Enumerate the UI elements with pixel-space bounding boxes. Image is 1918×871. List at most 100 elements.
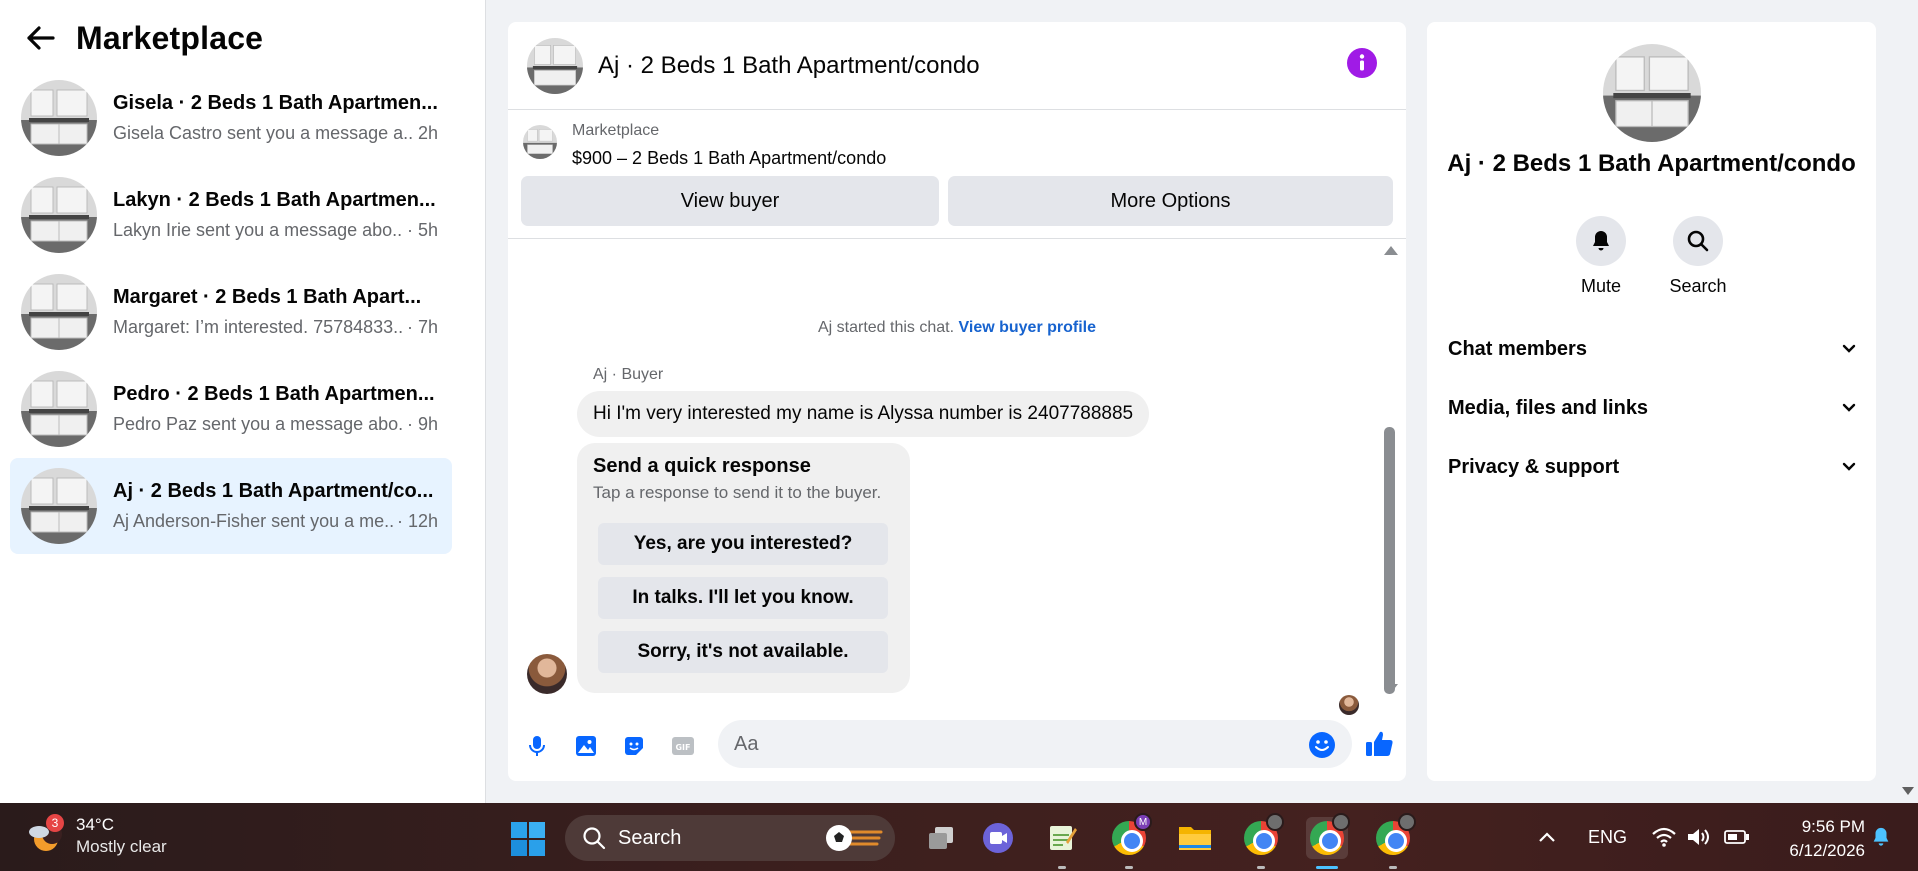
taskbar-chrome-icon[interactable] — [1372, 813, 1416, 869]
view-buyer-button[interactable]: View buyer — [521, 176, 939, 226]
chevron-down-icon — [1842, 462, 1856, 471]
sender-label: Aj · Buyer — [593, 366, 664, 383]
clock-date: 6/12/2026 — [1789, 841, 1865, 860]
sidebar-header: Marketplace — [0, 0, 485, 76]
sticker-icon[interactable] — [622, 734, 646, 758]
volume-icon[interactable] — [1686, 803, 1712, 871]
listing-thumbnail — [21, 80, 97, 156]
message-input[interactable] — [718, 720, 1352, 768]
language-indicator[interactable]: ENG — [1588, 803, 1627, 871]
chrome-profile-badge — [1332, 813, 1350, 831]
conversation-item[interactable]: Pedro · 2 Beds 1 Bath Apartmen... Pedro … — [10, 361, 452, 457]
conversation-item[interactable]: Lakyn · 2 Beds 1 Bath Apartmen... Lakyn … — [10, 167, 452, 263]
conversation-name: Lakyn · 2 Beds 1 Bath Apartmen... — [113, 189, 436, 211]
search-button[interactable]: Search — [1658, 216, 1738, 297]
taskbar-notepad-icon[interactable] — [1041, 817, 1083, 869]
quick-response-option[interactable]: In talks. I'll let you know. — [598, 577, 888, 619]
conversation-preview: Margaret: I’m interested. 75784833... — [113, 317, 403, 337]
taskbar-file-explorer-icon[interactable] — [1174, 817, 1216, 859]
quick-response-option[interactable]: Sorry, it's not available. — [598, 631, 888, 673]
listing-bar: Marketplace $900 – 2 Beds 1 Bath Apartme… — [508, 111, 1406, 239]
page-scroll-down-icon[interactable] — [1902, 787, 1914, 795]
sender-avatar — [527, 654, 567, 694]
view-buyer-profile-link[interactable]: View buyer profile — [958, 319, 1096, 336]
clock-time: 9:56 PM — [1801, 817, 1865, 836]
system-clock[interactable]: 9:56 PM 6/12/2026 — [1765, 815, 1865, 863]
listing-title[interactable]: $900 – 2 Beds 1 Bath Apartment/condo — [572, 148, 886, 169]
conversation-item[interactable]: Gisela · 2 Beds 1 Bath Apartmen... Gisel… — [10, 70, 452, 166]
taskbar-search[interactable]: Search — [565, 815, 895, 861]
chat-avatar[interactable] — [527, 37, 583, 94]
more-options-button[interactable]: More Options — [948, 176, 1393, 226]
taskbar-chrome-icon[interactable]: M — [1108, 813, 1152, 869]
language-label: ENG — [1588, 826, 1628, 847]
taskbar-task-view-icon[interactable] — [920, 817, 962, 859]
weather-description: Mostly clear — [76, 837, 167, 856]
scrollbar[interactable] — [1381, 240, 1398, 708]
message-bubble[interactable]: Hi I'm very interested my name is Alyssa… — [577, 391, 1150, 437]
battery-icon[interactable] — [1724, 803, 1750, 871]
quick-response-option[interactable]: Yes, are you interested? — [598, 523, 888, 565]
conversation-time: 2h — [417, 123, 438, 143]
conversation-item[interactable]: Margaret · 2 Beds 1 Bath Apart... Margar… — [10, 264, 452, 360]
section-media-files-links[interactable]: Media, files and links — [1448, 388, 1856, 428]
running-indicator — [1058, 866, 1066, 869]
taskbar-chrome-icon[interactable] — [1240, 813, 1284, 869]
chrome-profile-badge — [1398, 813, 1416, 831]
chevron-down-icon — [1842, 403, 1856, 412]
microphone-icon[interactable] — [525, 734, 549, 758]
chat-started-notice: Aj started this chat. View buyer profile — [508, 319, 1406, 337]
weather-temperature: 34°C — [76, 815, 114, 834]
taskbar-chrome-icon-active[interactable] — [1306, 813, 1350, 869]
weather-widget[interactable]: 3 34°C Mostly clear — [26, 814, 167, 858]
chrome-profile-badge: M — [1134, 813, 1152, 831]
taskbar-meet-icon[interactable] — [977, 817, 1019, 859]
details-avatar — [1603, 44, 1701, 142]
chat-panel: Aj · 2 Beds 1 Bath Apartment/condo Marke… — [508, 22, 1406, 781]
listing-thumbnail — [523, 125, 557, 159]
tray-overflow-chevron-up-icon[interactable] — [1537, 803, 1557, 871]
windows-start-icon[interactable] — [510, 821, 546, 857]
section-privacy-support[interactable]: Privacy & support — [1448, 447, 1856, 487]
conversation-preview: Lakyn Irie sent you a message abo... — [113, 220, 403, 240]
listing-thumbnail — [21, 371, 97, 447]
conversation-time: · 5h — [406, 220, 438, 240]
mute-label: Mute — [1580, 276, 1622, 296]
moon-cloud-icon: 3 — [26, 814, 64, 855]
chat-title[interactable]: Aj · 2 Beds 1 Bath Apartment/condo — [598, 52, 980, 80]
emoji-icon[interactable] — [1308, 731, 1336, 759]
chevron-down-icon — [1842, 344, 1856, 353]
running-indicator — [1125, 866, 1133, 869]
thumbs-up-icon[interactable] — [1363, 728, 1395, 760]
listing-source: Marketplace — [572, 122, 660, 139]
quick-response-card: Send a quick response Tap a response to … — [577, 443, 910, 693]
notification-bell-icon[interactable] — [1870, 803, 1892, 871]
scrollbar-thumb[interactable] — [1384, 427, 1395, 694]
details-panel: Aj · 2 Beds 1 Bath Apartment/condo Mute … — [1427, 22, 1876, 781]
info-icon[interactable] — [1347, 48, 1377, 78]
running-indicator — [1257, 866, 1265, 869]
scroll-up-arrow-icon[interactable] — [1384, 246, 1398, 255]
scroll-down-arrow-icon[interactable] — [1384, 684, 1398, 693]
conversation-time: · 9h — [406, 414, 438, 434]
conversation-name: Aj · 2 Beds 1 Bath Apartment/co... — [113, 480, 434, 502]
search-label: Search — [1669, 276, 1727, 296]
svg-text:GIF: GIF — [675, 743, 690, 752]
quick-response-subtitle: Tap a response to send it to the buyer. — [593, 483, 882, 502]
conversation-item-active[interactable]: Aj · 2 Beds 1 Bath Apartment/co... Aj An… — [10, 458, 452, 554]
mute-button[interactable]: Mute — [1561, 216, 1641, 297]
message-thread[interactable]: Aj started this chat. View buyer profile… — [508, 240, 1406, 715]
search-icon[interactable] — [1673, 216, 1723, 266]
photo-icon[interactable] — [574, 734, 598, 758]
bell-icon[interactable] — [1576, 216, 1626, 266]
active-indicator — [1316, 866, 1338, 869]
back-arrow-icon[interactable] — [26, 23, 56, 53]
section-chat-members[interactable]: Chat members — [1448, 329, 1856, 369]
conversation-name: Pedro · 2 Beds 1 Bath Apartmen... — [113, 383, 435, 405]
message-composer: GIF — [508, 708, 1406, 781]
wifi-icon[interactable] — [1651, 803, 1677, 871]
listing-thumbnail — [21, 274, 97, 350]
gif-icon[interactable]: GIF — [671, 734, 695, 758]
conversation-preview: Pedro Paz sent you a message abo... — [113, 414, 403, 434]
conversation-time: · 12h — [396, 511, 438, 531]
